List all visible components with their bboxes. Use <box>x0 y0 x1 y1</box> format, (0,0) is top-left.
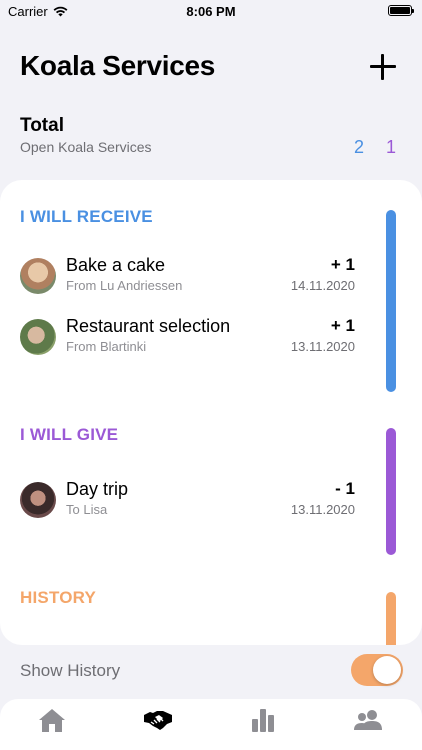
item-title: Restaurant selection <box>66 316 231 336</box>
item-amount: - 1 <box>335 479 355 498</box>
avatar <box>20 258 56 294</box>
receive-indicator-bar <box>386 210 396 392</box>
tab-statistics[interactable] <box>233 707 293 741</box>
item-subtitle: To Lisa <box>66 502 108 517</box>
show-history-label: Show History <box>20 661 121 680</box>
tab-friends[interactable] <box>338 707 398 741</box>
add-service-button[interactable] <box>370 54 396 80</box>
home-icon <box>39 709 65 732</box>
list-item[interactable]: Restaurant selection From Blartinki + 1 … <box>0 315 380 359</box>
give-indicator-bar <box>386 428 396 555</box>
battery-icon <box>388 5 414 16</box>
section-give-title: I WILL GIVE <box>20 425 119 444</box>
list-item[interactable]: Day trip To Lisa - 1 13.11.2020 <box>0 478 380 522</box>
item-subtitle: From Blartinki <box>66 339 147 354</box>
item-date: 13.11.2020 <box>290 502 355 517</box>
toggle-knob <box>373 656 401 684</box>
history-indicator-bar <box>386 592 396 645</box>
section-history-title: HISTORY <box>20 588 97 607</box>
item-date: 13.11.2020 <box>290 339 355 354</box>
item-title: Bake a cake <box>66 255 166 275</box>
list-item[interactable]: Bake a cake From Lu Andriessen + 1 14.11… <box>0 254 380 298</box>
item-title: Day trip <box>66 479 129 499</box>
item-subtitle: From Lu Andriessen <box>66 278 183 293</box>
avatar <box>20 482 56 518</box>
tab-bar <box>0 699 422 750</box>
handshake-icon <box>144 711 172 730</box>
tab-services[interactable] <box>128 707 188 741</box>
item-amount: + 1 <box>330 316 355 335</box>
status-bar: Carrier 8:06 PM <box>0 0 422 24</box>
bar-chart-icon <box>252 709 274 732</box>
page-title: Koala Services <box>20 50 216 81</box>
show-history-toggle[interactable] <box>351 654 403 686</box>
receive-count: 2 <box>354 137 365 157</box>
section-receive-title: I WILL RECEIVE <box>20 207 153 226</box>
services-card: I WILL RECEIVE Bake a cake From Lu Andri… <box>0 180 422 645</box>
avatar <box>20 319 56 355</box>
item-amount: + 1 <box>330 255 355 274</box>
total-subtitle: Open Koala Services <box>20 139 152 155</box>
people-icon <box>354 710 382 730</box>
total-label: Total <box>20 115 64 136</box>
item-date: 14.11.2020 <box>290 278 355 293</box>
tab-home[interactable] <box>22 707 82 741</box>
clock: 8:06 PM <box>186 4 236 19</box>
give-count: 1 <box>386 137 397 157</box>
